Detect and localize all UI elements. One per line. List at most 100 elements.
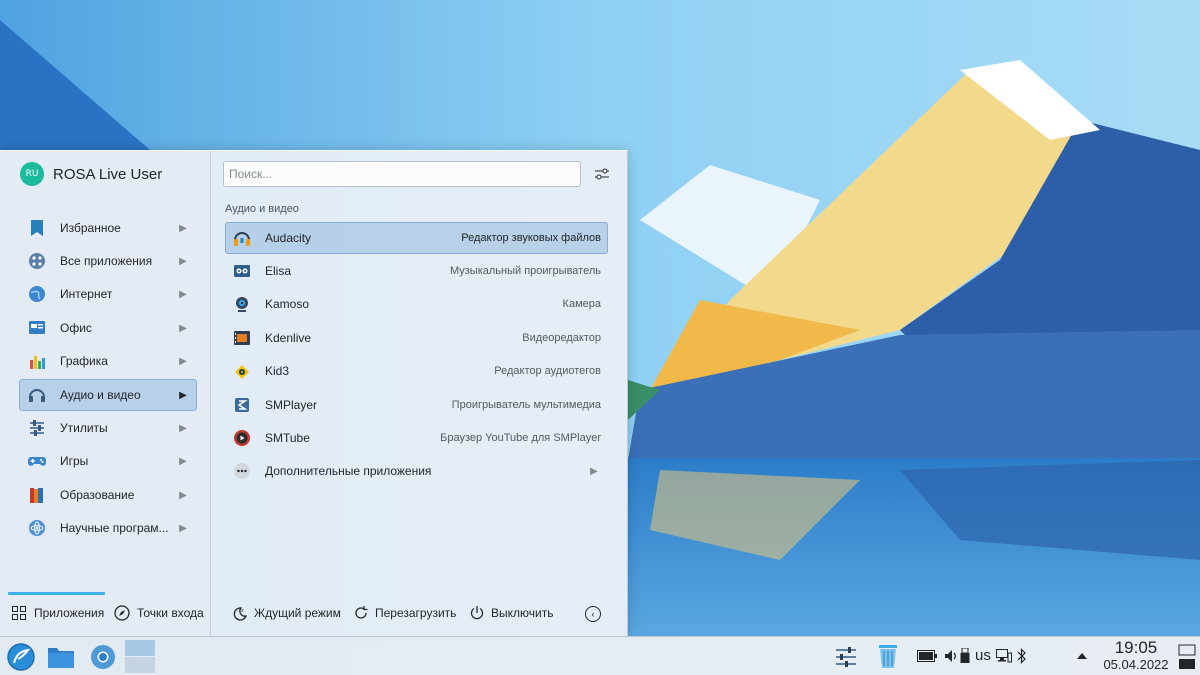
tab-places[interactable]: Точки входа bbox=[114, 603, 204, 623]
category-label: Игры bbox=[60, 454, 89, 468]
volume-mixer-button[interactable] bbox=[833, 644, 859, 670]
category-office[interactable]: Офис ▶ bbox=[19, 312, 197, 344]
app-item-audacity[interactable]: Audacity Редактор звуковых файлов bbox=[225, 222, 608, 254]
chevron-right-icon: ▶ bbox=[179, 222, 187, 234]
network-icon bbox=[996, 649, 1012, 663]
removable-devices-button[interactable] bbox=[959, 647, 971, 665]
app-description: Редактор звуковых файлов bbox=[461, 232, 601, 244]
app-item-smtube[interactable]: SMTube Браузер YouTube для SMPlayer bbox=[225, 422, 608, 454]
elisa-icon bbox=[233, 262, 251, 280]
category-label: Аудио и видео bbox=[60, 388, 141, 402]
speaker-icon bbox=[945, 650, 956, 662]
chevron-right-icon: ▶ bbox=[179, 422, 187, 434]
category-internet[interactable]: Интернет ▶ bbox=[19, 278, 197, 310]
globe-icon bbox=[28, 285, 46, 303]
app-name: Дополнительные приложения bbox=[265, 464, 432, 478]
desktop-icon bbox=[1178, 644, 1196, 669]
trash-icon bbox=[879, 645, 897, 668]
category-audio-video[interactable]: Аудио и видео ▶ bbox=[19, 379, 197, 411]
search-input[interactable] bbox=[223, 161, 581, 187]
launcher-button[interactable] bbox=[5, 641, 36, 672]
avatar[interactable]: RU bbox=[20, 162, 44, 186]
volume-button[interactable] bbox=[944, 648, 958, 664]
restart-label: Перезагрузить bbox=[375, 606, 457, 620]
gamepad-icon bbox=[28, 452, 46, 470]
books-icon bbox=[28, 486, 46, 504]
webcam-icon bbox=[233, 295, 251, 313]
trash-button[interactable] bbox=[875, 642, 901, 670]
category-science[interactable]: Научные програм... ▶ bbox=[19, 512, 197, 544]
category-label: Интернет bbox=[60, 287, 113, 301]
app-item-smplayer[interactable]: SMPlayer Проигрыватель мультимедиа bbox=[225, 389, 608, 421]
clock-time[interactable]: 19:05 bbox=[1100, 638, 1172, 658]
configure-button[interactable] bbox=[592, 164, 612, 184]
section-heading: Аудио и видео bbox=[225, 203, 299, 215]
app-item-kdenlive[interactable]: Kdenlive Видеоредактор bbox=[225, 322, 608, 354]
app-description: Видеоредактор bbox=[522, 332, 601, 344]
category-games[interactable]: Игры ▶ bbox=[19, 445, 197, 477]
user-profile[interactable]: RU ROSA Live User bbox=[20, 161, 162, 187]
clock-date[interactable]: 05.04.2022 bbox=[1100, 657, 1172, 672]
restart-button[interactable]: Перезагрузить bbox=[353, 603, 456, 623]
show-desktop-button[interactable] bbox=[1177, 644, 1197, 670]
all-apps-icon bbox=[28, 252, 46, 270]
audacity-icon bbox=[233, 229, 251, 247]
keyboard-layout-indicator[interactable]: us bbox=[975, 647, 991, 664]
utilities-icon bbox=[28, 419, 46, 437]
category-label: Образование bbox=[60, 488, 135, 502]
network-button[interactable] bbox=[996, 648, 1012, 664]
app-item-more-applications[interactable]: Дополнительные приложения ▶ bbox=[225, 455, 608, 487]
app-name: SMPlayer bbox=[265, 398, 318, 412]
svg-text:z: z bbox=[241, 608, 244, 614]
app-description: Музыкальный проигрыватель bbox=[449, 265, 601, 277]
kdenlive-icon bbox=[233, 329, 251, 347]
browser-button[interactable] bbox=[87, 641, 118, 672]
office-icon bbox=[28, 319, 46, 337]
app-item-elisa[interactable]: Elisa Музыкальный проигрыватель bbox=[225, 255, 608, 287]
battery-icon bbox=[917, 650, 937, 662]
category-label: Утилиты bbox=[60, 421, 108, 435]
user-name: ROSA Live User bbox=[53, 165, 163, 183]
app-name: Kdenlive bbox=[265, 331, 312, 345]
file-manager-button[interactable] bbox=[45, 641, 76, 672]
app-name: SMTube bbox=[265, 431, 310, 445]
app-description: Проигрыватель мультимедиа bbox=[451, 399, 601, 411]
sleep-label: Ждущий режим bbox=[254, 606, 341, 620]
leave-menu-button[interactable]: ‹ bbox=[585, 606, 601, 622]
folder-icon bbox=[47, 647, 74, 668]
chevron-right-icon: ▶ bbox=[590, 465, 598, 477]
launcher-sidebar: RU ROSA Live User Избранное ▶ Все прилож… bbox=[0, 151, 211, 637]
battery-indicator[interactable] bbox=[917, 648, 937, 664]
category-graphics[interactable]: Графика ▶ bbox=[19, 345, 197, 377]
application-launcher: RU ROSA Live User Избранное ▶ Все прилож… bbox=[0, 150, 628, 637]
app-item-kamoso[interactable]: Kamoso Камера bbox=[225, 288, 608, 320]
app-name: Kid3 bbox=[265, 364, 290, 378]
app-name: Audacity bbox=[265, 231, 312, 245]
chevron-right-icon: ▶ bbox=[179, 355, 187, 367]
app-item-kid3[interactable]: Kid3 Редактор аудиотегов bbox=[225, 355, 608, 387]
shutdown-button[interactable]: Выключить bbox=[469, 603, 553, 623]
sleep-icon: z bbox=[232, 605, 248, 621]
category-utilities[interactable]: Утилиты ▶ bbox=[19, 412, 197, 444]
chevron-right-icon: ▶ bbox=[179, 322, 187, 334]
smplayer-icon bbox=[233, 396, 251, 414]
category-education[interactable]: Образование ▶ bbox=[19, 479, 197, 511]
tab-places-label: Точки входа bbox=[137, 606, 204, 620]
tab-applications[interactable]: Приложения bbox=[11, 603, 104, 623]
pager-icon bbox=[125, 640, 155, 673]
category-label: Все приложения bbox=[60, 254, 153, 268]
compass-icon bbox=[114, 605, 130, 621]
chevron-right-icon: ▶ bbox=[179, 522, 187, 534]
bluetooth-button[interactable] bbox=[1016, 647, 1028, 665]
show-hidden-icons-button[interactable] bbox=[1075, 649, 1089, 663]
virtual-desktop-pager[interactable] bbox=[125, 640, 155, 673]
sleep-button[interactable]: z Ждущий режим bbox=[232, 603, 341, 623]
category-favorites[interactable]: Избранное ▶ bbox=[19, 212, 197, 244]
chevron-left-icon: ‹ bbox=[591, 609, 595, 619]
category-label: Избранное bbox=[60, 221, 121, 235]
category-label: Научные програм... bbox=[60, 521, 169, 535]
bookmark-icon bbox=[28, 219, 46, 237]
chevron-right-icon: ▶ bbox=[179, 489, 187, 501]
power-icon bbox=[469, 605, 485, 621]
category-all-applications[interactable]: Все приложения ▶ bbox=[19, 245, 197, 277]
